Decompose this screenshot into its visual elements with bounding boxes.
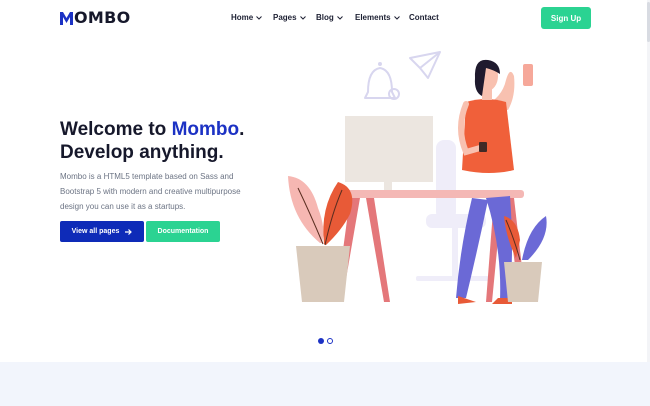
chevron-down-icon: [299, 15, 306, 20]
view-all-pages-label: View all pages: [71, 228, 120, 235]
main-nav: Home Pages Blog Elements Contact: [231, 13, 439, 22]
nav-item-home[interactable]: Home: [231, 13, 273, 22]
nav-item-label: Blog: [316, 13, 334, 22]
chevron-down-icon: [336, 15, 343, 20]
nav-item-blog[interactable]: Blog: [316, 13, 355, 22]
navbar: OMBO Home Pages Blog Elements Contact Si…: [0, 0, 650, 36]
hero-title-brand: Mombo: [171, 119, 240, 140]
hero-title-line2: Develop anything.: [60, 142, 224, 163]
hero-description: Mombo is a HTML5 template based on Sass …: [60, 172, 241, 211]
hero-title-prefix: Welcome to: [60, 119, 172, 140]
chevron-down-icon: [256, 15, 263, 20]
bell-icon: [364, 62, 400, 100]
slider-dot-1[interactable]: [318, 338, 324, 344]
hero-title: Welcome to Mombo. Develop anything.: [60, 118, 244, 164]
monitor: [345, 116, 433, 182]
view-all-pages-button[interactable]: View all pages: [60, 221, 144, 242]
logo[interactable]: OMBO: [60, 9, 131, 27]
signup-button[interactable]: Sign Up: [541, 7, 591, 29]
paper-plane-icon: [409, 51, 441, 79]
nav-item-label: Home: [231, 13, 254, 22]
nav-item-label: Elements: [355, 13, 391, 22]
plant-left: [288, 176, 353, 302]
nav-item-contact[interactable]: Contact: [409, 13, 439, 22]
nav-item-pages[interactable]: Pages: [273, 13, 316, 22]
documentation-button[interactable]: Documentation: [146, 221, 220, 242]
arrow-right-icon: [125, 228, 133, 235]
chevron-down-icon: [393, 15, 400, 20]
slider-dot-2[interactable]: [327, 338, 333, 344]
hero-title-suffix: .: [239, 119, 245, 140]
nav-item-elements[interactable]: Elements: [355, 13, 409, 22]
slider-dots: [318, 338, 333, 344]
next-section: [0, 362, 650, 406]
nav-item-label: Pages: [273, 13, 297, 22]
logo-text: OMBO: [74, 8, 131, 27]
hero-illustration: [288, 51, 547, 304]
m-logo-icon: [60, 11, 73, 25]
nav-item-label: Contact: [409, 13, 439, 22]
